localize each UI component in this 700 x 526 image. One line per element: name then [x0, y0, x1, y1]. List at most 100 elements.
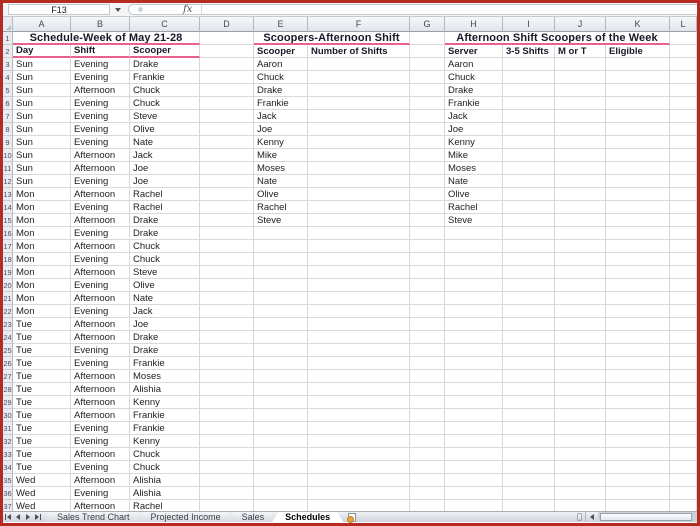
- cell[interactable]: [670, 253, 697, 266]
- cell[interactable]: [503, 422, 555, 435]
- cell[interactable]: [670, 461, 697, 474]
- cell[interactable]: [503, 409, 555, 422]
- cell[interactable]: [200, 253, 254, 266]
- cell-server-name[interactable]: [445, 331, 503, 344]
- row-header-28[interactable]: 28: [3, 383, 13, 396]
- cell-scooper[interactable]: Chuck: [130, 253, 200, 266]
- cell[interactable]: [670, 162, 697, 175]
- cell-day[interactable]: Mon: [13, 201, 71, 214]
- cell-server-name[interactable]: [445, 292, 503, 305]
- row-header-5[interactable]: 5: [3, 84, 13, 97]
- cell-scooper[interactable]: Frankie: [130, 357, 200, 370]
- cell-shift[interactable]: Afternoon: [71, 474, 130, 487]
- cell[interactable]: [606, 318, 670, 331]
- sheet-tab-sales-trend-chart[interactable]: Sales Trend Chart: [44, 512, 143, 522]
- row-header-1[interactable]: 1: [3, 32, 13, 45]
- cell[interactable]: [308, 84, 410, 97]
- cell[interactable]: [555, 201, 606, 214]
- column-header-g[interactable]: G: [410, 17, 445, 32]
- cell[interactable]: [200, 383, 254, 396]
- cell[interactable]: [503, 474, 555, 487]
- cell-shift[interactable]: Evening: [71, 435, 130, 448]
- cell-scooper[interactable]: Rachel: [130, 188, 200, 201]
- cell[interactable]: [555, 188, 606, 201]
- cell-shift[interactable]: Evening: [71, 344, 130, 357]
- tab-nav-next-button[interactable]: [23, 512, 33, 522]
- cell-day[interactable]: Tue: [13, 344, 71, 357]
- cell[interactable]: [410, 318, 445, 331]
- cell-scooper-name[interactable]: [254, 240, 308, 253]
- cell-scooper[interactable]: Jack: [130, 149, 200, 162]
- row-header-34[interactable]: 34: [3, 461, 13, 474]
- insert-function-icon[interactable]: fx: [183, 4, 192, 15]
- cell[interactable]: [606, 240, 670, 253]
- cell[interactable]: [670, 58, 697, 71]
- cell-shift[interactable]: Evening: [71, 422, 130, 435]
- row-header-7[interactable]: 7: [3, 110, 13, 123]
- row-header-31[interactable]: 31: [3, 422, 13, 435]
- cell-scooper-name[interactable]: [254, 461, 308, 474]
- cell[interactable]: [410, 305, 445, 318]
- cell-scooper-name[interactable]: Drake: [254, 84, 308, 97]
- cell[interactable]: [670, 214, 697, 227]
- tab-nav-prev-button[interactable]: [13, 512, 23, 522]
- cell[interactable]: [670, 123, 697, 136]
- cell[interactable]: [670, 357, 697, 370]
- cell[interactable]: [606, 292, 670, 305]
- cell[interactable]: [410, 240, 445, 253]
- cell[interactable]: [503, 448, 555, 461]
- cell[interactable]: [670, 305, 697, 318]
- cell-server-name[interactable]: [445, 227, 503, 240]
- cell-server-name[interactable]: [445, 461, 503, 474]
- cell-scooper-name[interactable]: Steve: [254, 214, 308, 227]
- cell-server-name[interactable]: [445, 240, 503, 253]
- column-header-e[interactable]: E: [254, 17, 308, 32]
- cell[interactable]: [555, 409, 606, 422]
- cell-server-name[interactable]: Steve: [445, 214, 503, 227]
- cell[interactable]: [606, 149, 670, 162]
- cell[interactable]: [503, 305, 555, 318]
- cell[interactable]: [670, 188, 697, 201]
- cell-scooper-name[interactable]: Mike: [254, 149, 308, 162]
- cell-day[interactable]: Tue: [13, 318, 71, 331]
- hscroll-left-button[interactable]: [585, 512, 598, 522]
- cell-scooper[interactable]: Rachel: [130, 201, 200, 214]
- cell[interactable]: [308, 162, 410, 175]
- cell-day[interactable]: Mon: [13, 227, 71, 240]
- cell[interactable]: [670, 370, 697, 383]
- cell-scooper-name[interactable]: [254, 448, 308, 461]
- cell[interactable]: [410, 448, 445, 461]
- sheet-tab-sales[interactable]: Sales: [229, 512, 278, 522]
- cell-scooper-name[interactable]: Jack: [254, 110, 308, 123]
- row-header-9[interactable]: 9: [3, 136, 13, 149]
- cell-shift[interactable]: Afternoon: [71, 370, 130, 383]
- cell-scooper[interactable]: Drake: [130, 227, 200, 240]
- cell[interactable]: [555, 71, 606, 84]
- cell-day[interactable]: Mon: [13, 188, 71, 201]
- cell-scooper[interactable]: Frankie: [130, 409, 200, 422]
- cell[interactable]: [410, 201, 445, 214]
- cell-server-name[interactable]: Frankie: [445, 97, 503, 110]
- cell[interactable]: [555, 253, 606, 266]
- cell[interactable]: [606, 214, 670, 227]
- cell[interactable]: [410, 136, 445, 149]
- header-day[interactable]: Day: [13, 45, 71, 58]
- row-header-24[interactable]: 24: [3, 331, 13, 344]
- cell-server-name[interactable]: Moses: [445, 162, 503, 175]
- cell-scooper[interactable]: Drake: [130, 214, 200, 227]
- insert-worksheet-button[interactable]: [343, 512, 361, 523]
- cell[interactable]: [606, 448, 670, 461]
- cell[interactable]: [308, 149, 410, 162]
- cell[interactable]: [670, 331, 697, 344]
- cell-scooper[interactable]: Steve: [130, 266, 200, 279]
- cell-shift[interactable]: Evening: [71, 279, 130, 292]
- cell-server-name[interactable]: [445, 448, 503, 461]
- cell[interactable]: [200, 110, 254, 123]
- tab-nav-first-button[interactable]: [3, 512, 13, 522]
- cell[interactable]: [308, 409, 410, 422]
- cell-shift[interactable]: Afternoon: [71, 409, 130, 422]
- cell[interactable]: [670, 487, 697, 500]
- cell[interactable]: [670, 474, 697, 487]
- cell[interactable]: [670, 344, 697, 357]
- cell[interactable]: [606, 461, 670, 474]
